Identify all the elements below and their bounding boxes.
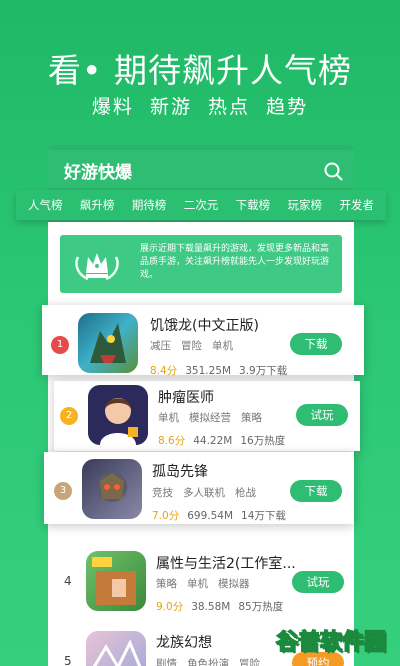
game-icon-attributes-life[interactable] xyxy=(86,551,146,611)
game-icon-hungry-dragon[interactable] xyxy=(78,313,138,373)
promo-headline: 看• 期待飙升人气榜 xyxy=(48,51,352,90)
rank-badge: 3 xyxy=(54,482,72,500)
game-name: 肿瘤医师 xyxy=(158,390,214,406)
tab-anime[interactable]: 二次元 xyxy=(184,197,219,213)
game-size: 351.25M xyxy=(185,365,232,377)
crown-laurel-icon xyxy=(75,253,119,281)
game-tag: 冒险 xyxy=(239,658,260,666)
promo-subline: 爆料 新游 热点 趋势 xyxy=(0,92,400,119)
rank-number: 5 xyxy=(64,654,72,666)
game-tags: 单机 模拟经营 策略 xyxy=(158,410,272,425)
game-tag: 单机 xyxy=(158,412,179,424)
tab-anticipated[interactable]: 期待榜 xyxy=(132,197,167,213)
tab-rising[interactable]: 飙升榜 xyxy=(80,197,115,213)
rank-badge: 2 xyxy=(60,407,78,425)
download-button[interactable]: 下载 xyxy=(290,333,342,355)
game-tag: 竞技 xyxy=(152,487,173,499)
game-stats: 8.6分 44.22M 16万热度 xyxy=(158,433,285,448)
app-title: 好游快爆 xyxy=(64,163,132,183)
game-name: 属性与生活2(工作室... xyxy=(156,556,296,572)
game-stats: 8.4分 351.25M 3.9万下载 xyxy=(150,363,287,378)
tab-downloads[interactable]: 下载榜 xyxy=(236,197,271,213)
game-tag: 单机 xyxy=(187,578,208,590)
game-metric: 3.9万下载 xyxy=(239,365,288,377)
game-name: 龙族幻想 xyxy=(156,635,212,651)
game-tag: 减压 xyxy=(150,340,171,352)
game-size: 699.54M xyxy=(187,510,234,522)
game-tag: 模拟经营 xyxy=(189,412,231,424)
promo-word: 热点 xyxy=(208,96,251,118)
game-tag: 角色扮演 xyxy=(187,658,229,666)
game-score: 9.0分 xyxy=(156,601,184,613)
game-score: 8.4分 xyxy=(150,365,178,377)
tab-players[interactable]: 玩家榜 xyxy=(288,197,323,213)
game-tags: 策略 单机 模拟器 xyxy=(156,576,260,591)
game-tag: 模拟器 xyxy=(218,578,250,590)
rank-number: 4 xyxy=(64,574,72,588)
try-button[interactable]: 试玩 xyxy=(292,571,344,593)
game-icon-dragon-fantasy[interactable] xyxy=(86,631,146,666)
game-tag: 冒险 xyxy=(181,340,202,352)
game-metric: 14万下载 xyxy=(241,510,286,522)
game-score: 8.6分 xyxy=(158,435,186,447)
game-tags: 剧情 角色扮演 冒险 xyxy=(156,656,270,666)
game-size: 38.58M xyxy=(191,601,231,613)
game-icon-tumor-doctor[interactable] xyxy=(88,385,148,445)
rank-badge: 1 xyxy=(51,336,69,354)
game-stats: 9.0分 38.58M 85万热度 xyxy=(156,599,283,614)
game-tag: 剧情 xyxy=(156,658,177,666)
game-stats: 7.0分 699.54M 14万下载 xyxy=(152,508,286,523)
game-name: 饥饿龙(中文正版) xyxy=(150,318,259,334)
tab-developers[interactable]: 开发者 xyxy=(339,197,374,213)
game-metric: 85万热度 xyxy=(238,601,284,613)
tab-strip: 人气榜 飙升榜 期待榜 二次元 下载榜 玩家榜 开发者 xyxy=(16,190,386,220)
game-tags: 竞技 多人联机 枪战 xyxy=(152,485,266,500)
tab-popular[interactable]: 人气榜 xyxy=(28,197,63,213)
promo-word: 爆料 xyxy=(91,96,134,118)
download-button[interactable]: 下载 xyxy=(290,480,342,502)
search-icon[interactable] xyxy=(322,160,344,182)
game-size: 44.22M xyxy=(193,435,233,447)
promo-word: 趋势 xyxy=(266,96,309,118)
game-icon-island-pioneer[interactable] xyxy=(82,459,142,519)
game-tag: 策略 xyxy=(241,412,262,424)
game-tag: 策略 xyxy=(156,578,177,590)
watermark-logo: 谷普软件园 xyxy=(275,629,387,656)
banner-text: 展示近期下载量飙升的游戏，发现更多新品和高品质手游，关注飙升榜就能先人一步发现好… xyxy=(140,244,330,280)
game-tag: 单机 xyxy=(212,340,233,352)
game-tag: 多人联机 xyxy=(183,487,225,499)
game-score: 7.0分 xyxy=(152,510,180,522)
game-tags: 减压 冒险 单机 xyxy=(150,338,243,353)
game-name: 孤岛先锋 xyxy=(152,464,208,480)
game-tag: 枪战 xyxy=(235,487,256,499)
try-button[interactable]: 试玩 xyxy=(296,404,348,426)
promo-word: 新游 xyxy=(149,96,192,118)
game-metric: 16万热度 xyxy=(240,435,286,447)
